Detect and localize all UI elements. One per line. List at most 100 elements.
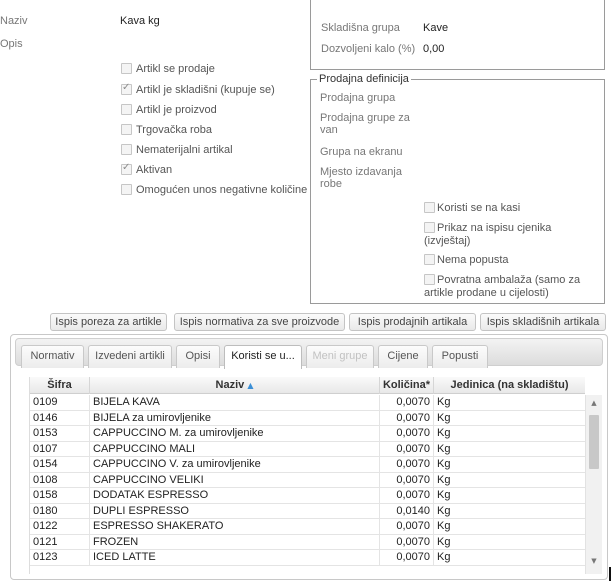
table-row[interactable]: 0146 BIJELA za umirovljenike 0,0070 Kg	[30, 410, 585, 426]
column-header-unit[interactable]: Jedinica (na skladištu)	[434, 377, 585, 394]
print-stock-button[interactable]: Ispis skladišnih artikala	[480, 313, 606, 331]
table-row[interactable]: 0121 FROZEN 0,0070 Kg	[30, 534, 585, 550]
table-row[interactable]: 0154 CAPPUCCINO V. za umirovljenike 0,0070…	[30, 457, 585, 473]
cell-name: ICED LATTE	[90, 550, 380, 565]
print-norms-button[interactable]: Ispis normativa za sve proizvode	[174, 313, 345, 331]
sales-option-label: Koristi se na kasi	[437, 202, 521, 214]
cell-name: DUPLI ESPRESSO	[90, 503, 380, 519]
naziv-value[interactable]: Kava kg	[120, 15, 160, 27]
flag-checkbox[interactable]	[121, 162, 132, 175]
cell-qty: 0,0070	[380, 426, 434, 441]
table-row[interactable]: 0107 CAPPUCCINO MALI 0,0070 Kg	[30, 441, 585, 457]
table-row[interactable]: 0109 BIJELA KAVA 0,0070 Kg	[30, 395, 585, 411]
tab-bar: Normativ Izvedeni artikli Opisi Koristi …	[15, 338, 603, 369]
cell-unit: Kg	[437, 427, 451, 439]
cell-qty: 0,0070	[380, 457, 434, 472]
cell-unit: Kg	[437, 442, 451, 455]
cell-code: 0121	[30, 534, 90, 550]
detail-tab-panel: Normativ Izvedeni artikli Opisi Koristi …	[10, 334, 608, 580]
flag-checkbox[interactable]	[121, 63, 132, 74]
sales-definition-legend: Prodajna definicija	[317, 73, 411, 85]
screen-group-label: Grupa na ekranu	[320, 146, 403, 158]
cell-name: CAPPUCCINO V. za umirovljenike	[90, 457, 380, 472]
flag-checkbox[interactable]	[121, 104, 132, 115]
tab-derived-articles[interactable]: Izvedeni artikli	[88, 345, 172, 368]
cell-qty: 0,0070	[380, 441, 434, 457]
cell-unit: Kg	[437, 535, 451, 548]
table-row[interactable]: 0108 CAPPUCCINO VELIKI 0,0070 Kg	[30, 472, 585, 488]
cell-name: BIJELA KAVA	[90, 395, 380, 410]
sales-option-checkbox[interactable]	[424, 254, 435, 265]
column-header-name-text: Naziv	[215, 379, 245, 391]
column-header-qty[interactable]: Količina*	[380, 377, 434, 394]
window-edge-marker	[609, 567, 611, 581]
tab-menu-groups: Meni grupe	[306, 345, 374, 368]
table-row[interactable]: 0123 ICED LATTE 0,0070 Kg	[30, 550, 585, 566]
cell-code: 0108	[30, 472, 90, 488]
cell-unit: Kg	[437, 520, 451, 532]
flag-label: Nematerijalni artikal	[136, 144, 233, 156]
grid-scrollbar[interactable]: ▲ ▼	[585, 395, 602, 574]
cell-name: DODATAK ESPRESSO	[90, 488, 380, 503]
cell-name: CAPPUCCINO MALI	[90, 441, 380, 457]
table-row[interactable]: 0153 CAPPUCCINO M. za umirovljenike 0,0070…	[30, 426, 585, 442]
table-row[interactable]: 0180 DUPLI ESPRESSO 0,0140 Kg	[30, 503, 585, 519]
cell-unit: Kg	[437, 458, 451, 470]
flag-checkbox[interactable]	[121, 124, 132, 135]
cell-unit: Kg	[437, 504, 451, 517]
allowed-loss-value[interactable]: 0,00	[423, 43, 444, 55]
cell-unit: Kg	[437, 411, 451, 424]
cell-code: 0122	[30, 519, 90, 534]
flag-label: Artikl je skladišni (kupuje se)	[136, 84, 275, 96]
tab-normativ[interactable]: Normativ	[21, 345, 84, 368]
sales-option-label: Nema popusta	[437, 254, 509, 266]
cell-qty: 0,0070	[380, 472, 434, 488]
cell-qty: 0,0070	[380, 395, 434, 410]
flag-label: Aktivan	[136, 164, 173, 176]
opis-label: Opis	[0, 38, 23, 50]
cell-code: 0154	[30, 457, 90, 472]
flag-label: Omogućen unos negativne količine	[136, 184, 308, 196]
stock-group-label: Skladišna grupa	[321, 22, 400, 34]
scroll-up-icon[interactable]: ▲	[586, 399, 602, 407]
tab-discounts[interactable]: Popusti	[432, 345, 488, 368]
tab-prices[interactable]: Cijene	[378, 345, 428, 368]
stock-group-panel: Skladišna grupa Kave Dozvoljeni kalo (%)…	[310, 0, 605, 70]
used-in-grid: Šifra Naziv ▲ Količina* Jedinica (na skl…	[29, 377, 602, 574]
sales-definition-panel: Prodajna definicija Prodajna grupa Proda…	[310, 73, 605, 304]
tab-descriptions[interactable]: Opisi	[176, 345, 220, 368]
cell-name: BIJELA za umirovljenike	[90, 410, 380, 426]
flag-label: Trgovačka roba	[136, 124, 213, 136]
cell-qty: 0,0070	[380, 410, 434, 426]
flag-label: Artikl je proizvod	[136, 104, 217, 116]
cell-qty: 0,0070	[380, 488, 434, 503]
sales-option-label: Prikaz na ispisu cjenika (izvještaj)	[424, 222, 552, 247]
tab-used-in[interactable]: Koristi se u...	[224, 345, 302, 369]
naziv-label: Naziv	[0, 15, 28, 27]
cell-unit: Kg	[437, 551, 451, 563]
column-header-code[interactable]: Šifra	[30, 377, 90, 394]
cell-code: 0107	[30, 441, 90, 457]
print-tax-button[interactable]: Ispis poreza za artikle	[50, 313, 167, 331]
flag-checkbox[interactable]	[121, 82, 132, 95]
print-sales-button[interactable]: Ispis prodajnih artikala	[349, 313, 476, 331]
table-row[interactable]: 0158 DODATAK ESPRESSO 0,0070 Kg	[30, 488, 585, 504]
cell-code: 0153	[30, 426, 90, 441]
flag-checkbox[interactable]	[121, 184, 132, 195]
sales-group-out-label: Prodajna grupe za van	[320, 112, 410, 136]
sort-ascending-icon: ▲	[247, 381, 254, 390]
cell-code: 0123	[30, 550, 90, 565]
cell-name: FROZEN	[90, 534, 380, 550]
sales-option-checkbox[interactable]	[424, 202, 435, 213]
scroll-thumb[interactable]	[589, 415, 599, 469]
cell-qty: 0,0070	[380, 519, 434, 534]
scroll-down-icon[interactable]: ▼	[586, 557, 602, 565]
table-row[interactable]: 0122 ESPRESSO SHAKERATO 0,0070 Kg	[30, 519, 585, 535]
grid-header: Šifra Naziv ▲ Količina* Jedinica (na skl…	[30, 377, 585, 394]
flag-checkbox[interactable]	[121, 144, 132, 155]
stock-group-value[interactable]: Kave	[423, 22, 448, 34]
allowed-loss-label: Dozvoljeni kalo (%)	[321, 43, 416, 55]
cell-code: 0109	[30, 395, 90, 410]
cell-qty: 0,0070	[380, 534, 434, 550]
column-header-name[interactable]: Naziv ▲	[90, 377, 380, 394]
